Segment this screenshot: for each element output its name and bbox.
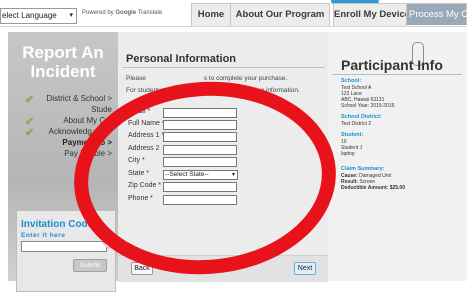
participant-info-title: Participant Info — [341, 57, 443, 73]
language-select-value: elect Language — [2, 11, 57, 20]
claim-deductible-value: $25.00 — [389, 185, 405, 191]
participant-divider — [332, 74, 462, 75]
section-title: Personal Information — [126, 53, 237, 65]
annotation-circle — [74, 81, 336, 275]
sidebar-title-line1: Report An — [22, 43, 104, 62]
claim-deductible-label: Deductible Amount: — [341, 185, 389, 191]
invitation-code-subtitle: Enter it here — [21, 232, 66, 239]
student-heading: Student: — [341, 132, 364, 138]
school-heading: School: — [341, 78, 362, 84]
nav-process-my-claim[interactable]: Process My Cl — [406, 3, 467, 25]
nav-about-our-program[interactable]: About Our Program — [230, 3, 330, 26]
translate-link[interactable]: Translate — [138, 10, 163, 16]
district-line: Test District 2 — [341, 121, 372, 127]
powered-by-google-translate: Powered by Google Translate — [82, 10, 162, 16]
nav-enroll-my-device[interactable]: Enroll My Device — [333, 3, 410, 26]
claim-summary-heading: Claim Summary: — [341, 166, 385, 172]
powered-by-text: Powered by — [82, 10, 114, 16]
nav-home[interactable]: Home — [191, 3, 231, 26]
chevron-down-icon: ▾ — [69, 12, 73, 19]
claim-deductible: Deductible Amount: $25.00 — [341, 185, 405, 191]
top-bar: elect Language ▾ Powered by Google Trans… — [0, 0, 467, 27]
section-divider — [122, 67, 325, 68]
school-line: School Year: 2015-2016 — [341, 103, 395, 109]
google-logo: Google — [115, 10, 137, 16]
check-icon: ✔ — [25, 127, 35, 139]
check-icon: ✔ — [25, 94, 35, 106]
student-line: laptop — [341, 151, 355, 157]
language-select[interactable]: elect Language ▾ — [0, 8, 77, 24]
district-heading: School District: — [341, 114, 382, 120]
